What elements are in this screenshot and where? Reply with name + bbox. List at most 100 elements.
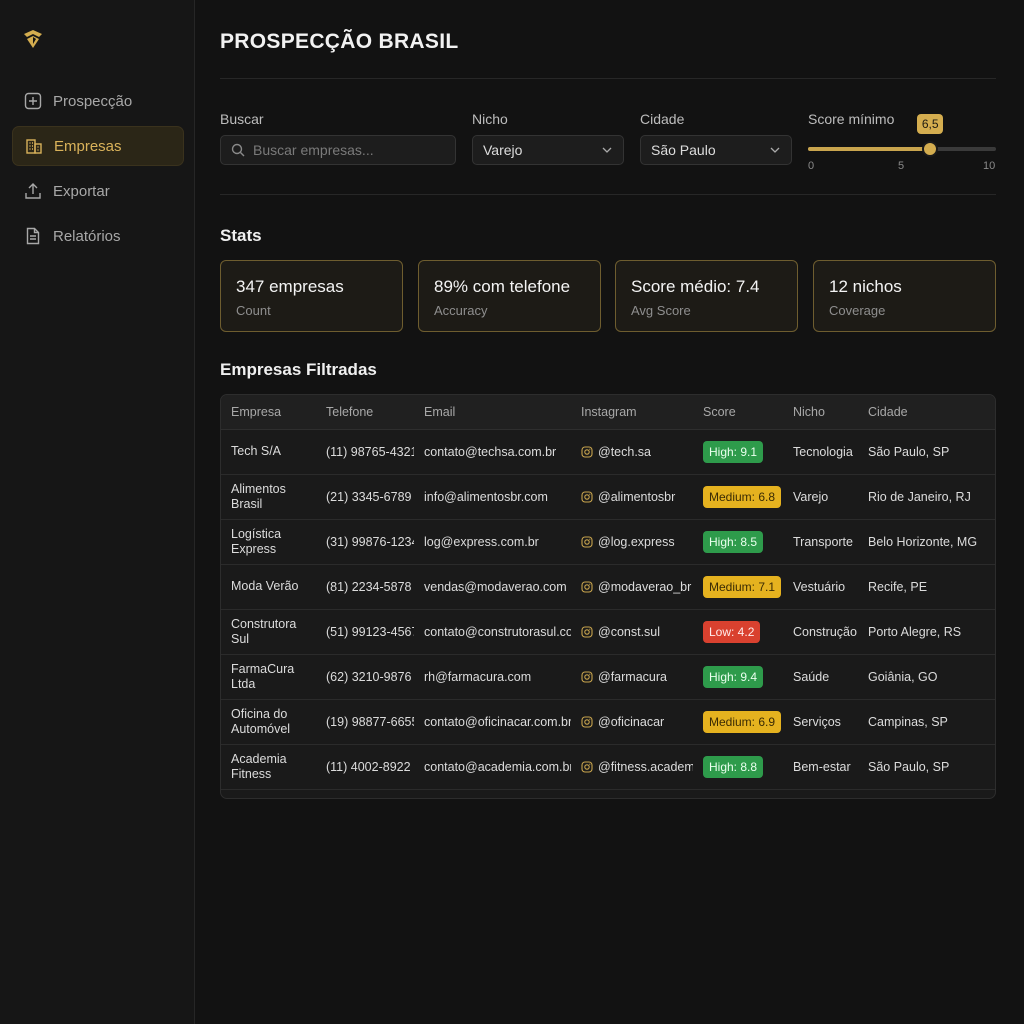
cell-nicho: Serviços: [783, 699, 858, 745]
cell-email[interactable]: log@express.com.br: [414, 519, 571, 565]
cell-email[interactable]: vendas@modaverao.com: [414, 564, 571, 610]
cell-email[interactable]: contato@academia.com.br: [414, 744, 571, 790]
table-title: Empresas Filtradas: [220, 360, 377, 379]
sidebar-item-label: Relatórios: [53, 227, 121, 245]
instagram-icon: [581, 625, 593, 638]
cell-email[interactable]: contato@construtorasul.com: [414, 609, 571, 655]
stat-value: 89% com telefone: [434, 277, 571, 296]
cell-nicho: Saúde: [783, 654, 858, 700]
table-row[interactable]: Moda Verão (81) 2234-5878 vendas@modaverao…: [221, 564, 995, 610]
cidade-select[interactable]: São Paulo: [640, 135, 792, 165]
table-row[interactable]: Logística Express (31) 99876-1234 log@expr…: [221, 519, 995, 565]
sidebar-item-exportar[interactable]: Exportar: [12, 171, 184, 211]
cell-empresa: Tech S/A: [221, 429, 316, 475]
header-telefone[interactable]: Telefone: [316, 395, 414, 430]
instagram-handle: @tech.sa: [598, 444, 651, 459]
score-badge: Medium: 6.8: [703, 485, 782, 508]
instagram-handle: @const.sul: [598, 624, 661, 639]
cell-telefone: (11) 4002-8922: [316, 744, 414, 790]
cell-telefone: (62) 3210-9876: [316, 654, 414, 700]
cell-cidade: São Paulo, SP: [858, 744, 995, 790]
score-badge: Medium: 6.9: [703, 710, 782, 733]
cell-instagram[interactable]: @alimentosbr: [571, 474, 693, 520]
sidebar-item-label: Empresas: [54, 137, 122, 155]
instagram-icon: [581, 715, 593, 728]
stat-card-coverage: 12 nichos Coverage: [813, 260, 996, 332]
stat-value: 347 empresas: [236, 277, 344, 296]
table-row[interactable]: Construtora Sul (51) 99123-4567 contato@co…: [221, 609, 995, 655]
sidebar-item-prospeccao[interactable]: Prospecção: [12, 81, 184, 121]
plus-square-icon: [24, 92, 42, 110]
cell-cidade: Rio de Janeiro, RJ: [858, 474, 995, 520]
search-field[interactable]: [220, 135, 456, 165]
cell-nicho: Tecnologia: [783, 429, 858, 475]
instagram-handle: @log.express: [598, 534, 675, 549]
cell-email[interactable]: info@alimentosbr.com: [414, 474, 571, 520]
table-row[interactable]: Tech S/A (11) 98765-4321 contato@techsa.co…: [221, 429, 995, 475]
cell-score: Medium: 6.9: [693, 699, 783, 745]
score-slider-tooltip: 6,5: [917, 114, 944, 134]
stat-card-count: 347 empresas Count: [220, 260, 403, 332]
sidebar-item-relatorios[interactable]: Relatórios: [12, 216, 184, 256]
instagram-icon: [581, 580, 593, 593]
score-slider[interactable]: 6,5: [808, 114, 996, 157]
cell-score: High: 9.4: [693, 654, 783, 700]
search-icon: [231, 143, 245, 157]
header-email[interactable]: Email: [414, 395, 571, 430]
cell-email[interactable]: contato@oficinacar.com.br: [414, 699, 571, 745]
cell-instagram[interactable]: @oficinacar: [571, 699, 693, 745]
cell-instagram[interactable]: @const.sul: [571, 609, 693, 655]
stat-label: Count: [236, 303, 271, 318]
table-row[interactable]: Academia Fitness (11) 4002-8922 contato@ac…: [221, 744, 995, 790]
building-icon: [25, 137, 43, 155]
cell-instagram[interactable]: @farmacura: [571, 654, 693, 700]
cell-empresa: Academia Fitness: [221, 744, 316, 790]
stat-label: Coverage: [829, 303, 886, 318]
cell-cidade: Recife, PE: [858, 564, 995, 610]
table-row[interactable]: FarmaCura Ltda (62) 3210-9876 rh@farmacura…: [221, 654, 995, 700]
cell-instagram[interactable]: @fitness.academia: [571, 744, 693, 790]
header-score[interactable]: Score: [693, 395, 783, 430]
header-nicho[interactable]: Nicho: [783, 395, 858, 430]
cell-instagram[interactable]: @tech.sa: [571, 429, 693, 475]
nicho-select[interactable]: Varejo: [472, 135, 624, 165]
cell-empresa: Logística Express: [221, 519, 316, 565]
chevron-down-icon: [601, 144, 613, 156]
stat-label: Accuracy: [434, 303, 488, 318]
sidebar-item-empresas[interactable]: Empresas: [12, 126, 184, 166]
cidade-value: São Paulo: [651, 142, 716, 158]
instagram-icon: [581, 760, 593, 773]
instagram-handle: @farmacura: [598, 669, 667, 684]
instagram-handle: @oficinacar: [598, 714, 665, 729]
cell-telefone: (21) 3345-6789: [316, 474, 414, 520]
search-input[interactable]: [253, 142, 443, 158]
cell-empresa: Alimentos Brasil: [221, 474, 316, 520]
cell-instagram[interactable]: @modaverao_br: [571, 564, 693, 610]
table-row[interactable]: Alimentos Brasil (21) 3345-6789 info@alime…: [221, 474, 995, 520]
cell-empresa: Moda Verão: [221, 564, 316, 610]
cell-instagram[interactable]: @log.express: [571, 519, 693, 565]
cell-cidade: São Paulo, SP: [858, 429, 995, 475]
cell-email[interactable]: rh@farmacura.com: [414, 654, 571, 700]
slider-tick-max: 10: [983, 160, 996, 172]
header-empresa[interactable]: Empresa: [221, 395, 316, 430]
header-cidade[interactable]: Cidade: [858, 395, 995, 430]
header-instagram[interactable]: Instagram: [571, 395, 693, 430]
score-label: Score mínimo: [808, 111, 895, 127]
logo-icon[interactable]: [22, 28, 44, 50]
score-slider-thumb[interactable]: [922, 141, 939, 157]
score-badge: High: 9.4: [703, 665, 764, 688]
cell-telefone: (51) 99123-4567: [316, 609, 414, 655]
cell-score: Medium: 6.8: [693, 474, 783, 520]
stat-card-accuracy: 89% com telefone Accuracy: [418, 260, 601, 332]
cell-email[interactable]: contato@techsa.com.br: [414, 429, 571, 475]
cell-telefone: (81) 2234-5878: [316, 564, 414, 610]
sidebar-nav: Prospecção Empresas Exportar Relatórios: [12, 81, 184, 261]
cell-nicho: Transporte: [783, 519, 858, 565]
cell-nicho: Vestuário: [783, 564, 858, 610]
cell-cidade: Belo Horizonte, MG: [858, 519, 995, 565]
filters-divider: [220, 194, 996, 195]
score-slider-fill: [808, 147, 931, 151]
upload-icon: [24, 182, 42, 200]
table-row[interactable]: Oficina do Automóvel (19) 98877-6655 conta…: [221, 699, 995, 745]
